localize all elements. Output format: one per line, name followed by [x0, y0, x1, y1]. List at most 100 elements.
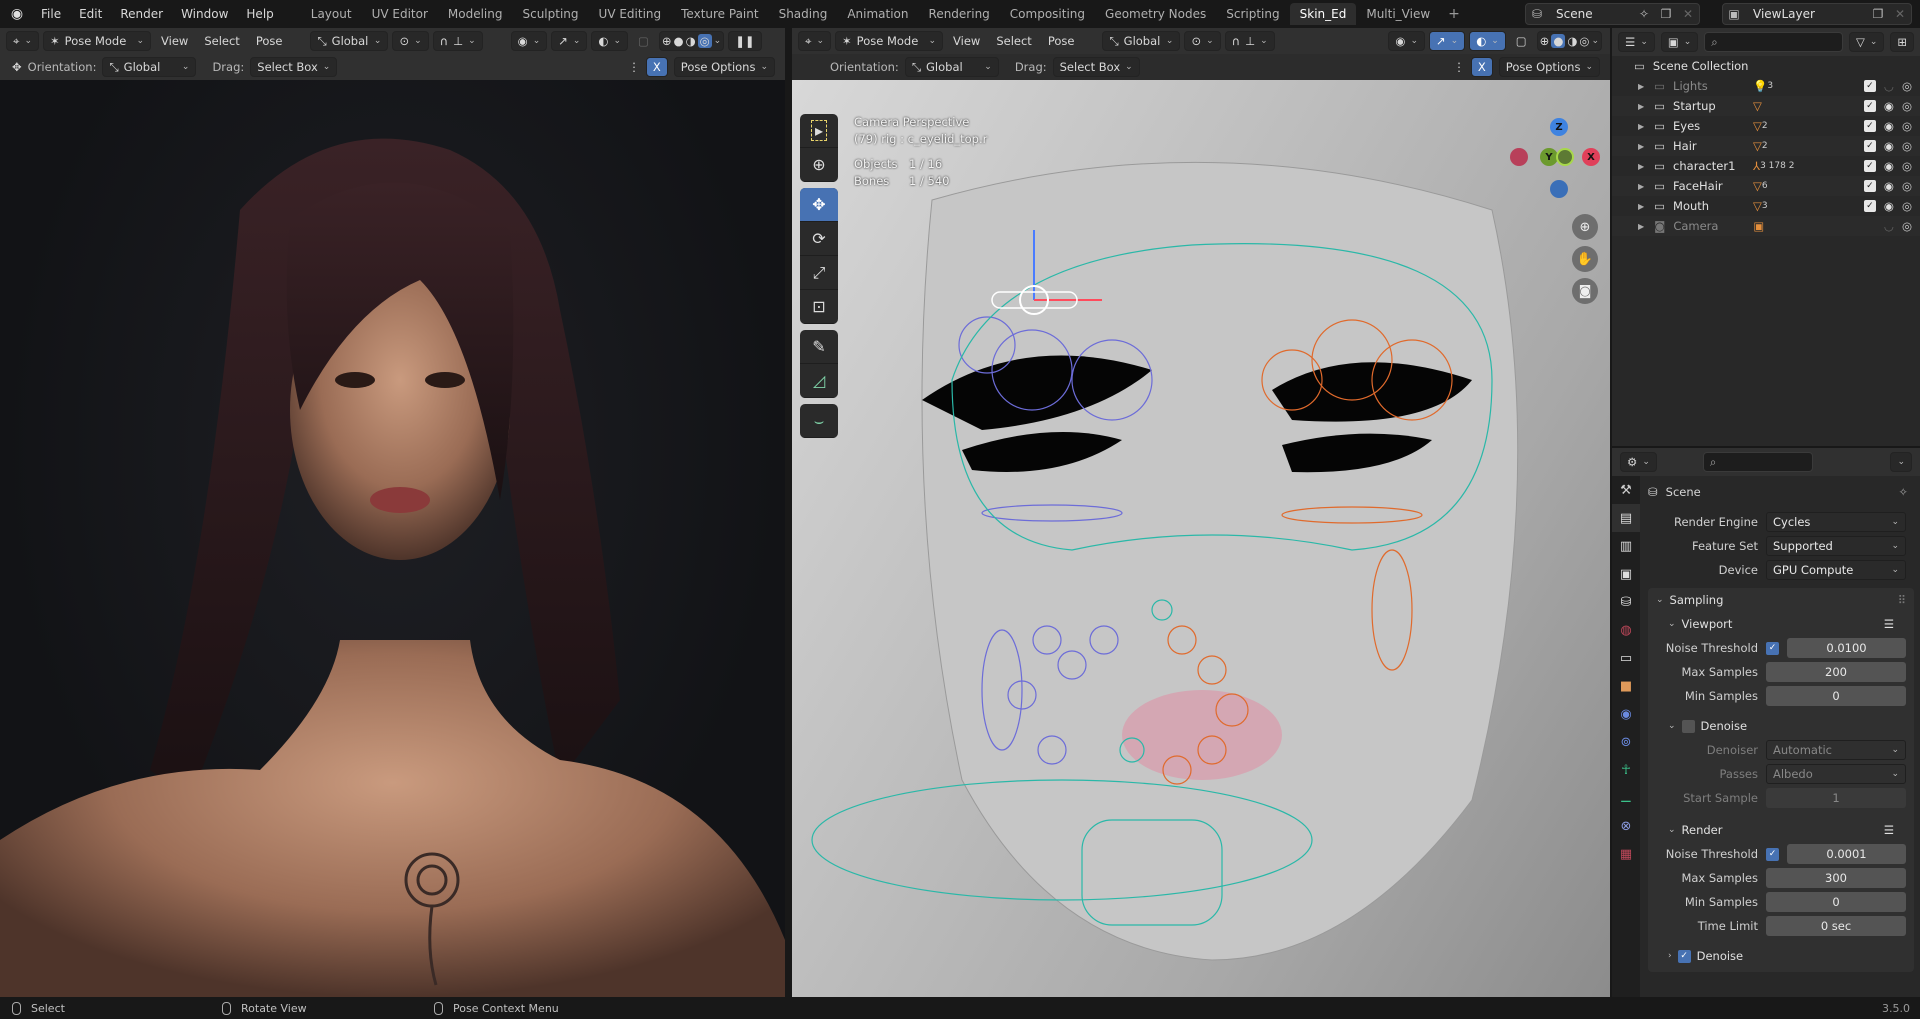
render-max-samples-field[interactable]: 300 [1766, 868, 1906, 888]
orientation-dropdown[interactable]: ⤡ Global ⌄ [904, 57, 999, 77]
annotate-tool[interactable]: ✎ [800, 330, 838, 364]
menu-help[interactable]: Help [237, 0, 282, 28]
render-camera-icon[interactable]: ◎ [1902, 199, 1912, 213]
render-camera-icon[interactable]: ◎ [1902, 179, 1912, 193]
tab-sculpting[interactable]: Sculpting [512, 3, 588, 25]
rendered-image[interactable] [0, 80, 785, 997]
eye-icon[interactable]: ◉ [1884, 119, 1894, 133]
tab-uv-editing[interactable]: UV Editing [589, 3, 672, 25]
render-noise-threshold-field[interactable]: 0.0001 [1787, 844, 1906, 864]
bone-tab[interactable]: ⚊ [1612, 784, 1640, 812]
tab-modeling[interactable]: Modeling [438, 3, 513, 25]
snap-button[interactable]: ∩ ⊥ ⌄ [1224, 31, 1275, 51]
menu-file[interactable]: File [32, 0, 70, 28]
hidden-eye-icon[interactable]: ◡ [1884, 79, 1894, 93]
exclude-checkbox[interactable]: ✓ [1863, 100, 1876, 112]
orientation-dropdown[interactable]: ⤡ Global ⌄ [102, 57, 197, 77]
material-shading-icon[interactable]: ◑ [686, 34, 696, 48]
tab-animation[interactable]: Animation [837, 3, 918, 25]
eye-icon[interactable]: ◉ [1884, 159, 1894, 173]
render-min-samples-field[interactable]: 0 [1766, 892, 1906, 912]
presets-icon[interactable]: ☰ [1884, 823, 1894, 837]
display-mode-dropdown[interactable]: ▣ ⌄ [1660, 32, 1699, 52]
expand-arrow-icon[interactable]: ▶ [1638, 82, 1644, 91]
move-tool[interactable]: ✥ [800, 188, 838, 222]
pan-button[interactable]: ✋ [1572, 246, 1598, 272]
close-icon[interactable]: ✕ [1889, 4, 1911, 24]
view-layer-name[interactable]: ViewLayer [1745, 7, 1867, 21]
properties-options[interactable]: ⌄ [1890, 452, 1912, 472]
output-tab[interactable]: ▥ [1612, 532, 1640, 560]
rotate-tool[interactable]: ⟳ [800, 222, 838, 256]
transform-orientation-dropdown[interactable]: ⤡ Global ⌄ [1102, 31, 1181, 51]
render-noise-threshold-checkbox[interactable]: ✓ [1766, 847, 1779, 861]
tab-skin-ed[interactable]: Skin_Ed [1289, 3, 1357, 25]
menu-render[interactable]: Render [111, 0, 172, 28]
viewport-noise-threshold-field[interactable]: 0.0100 [1787, 638, 1906, 658]
menu-pose[interactable]: Pose [250, 31, 289, 51]
outliner-search[interactable]: ⌕ [1704, 32, 1843, 52]
render-engine-dropdown[interactable]: Cycles ⌄ [1766, 512, 1906, 532]
device-dropdown[interactable]: GPU Compute ⌄ [1766, 560, 1906, 580]
left-viewport[interactable]: ⌖ ⌄ ✶ Pose Mode ⌄ View Select Pose ⤡ Global ⌄… [0, 28, 785, 997]
tab-rendering[interactable]: Rendering [919, 3, 1000, 25]
duplicate-scene-icon[interactable]: ❐ [1655, 4, 1677, 24]
editor-type-button[interactable]: ⌖ ⌄ [798, 31, 832, 51]
properties-search[interactable]: ⌕ [1702, 452, 1813, 472]
overlay-toggle[interactable]: ◐ ⌄ [591, 31, 629, 51]
tab-multi-view[interactable]: Multi_View [1356, 3, 1440, 25]
render-camera-icon[interactable]: ◎ [1902, 219, 1912, 233]
exclude-checkbox[interactable]: ✓ [1863, 200, 1876, 212]
pivot-point-button[interactable]: ⊙ ⌄ [392, 31, 429, 51]
pose-options-dropdown[interactable]: Pose Options ⌄ [673, 57, 775, 77]
tab-geometry-nodes[interactable]: Geometry Nodes [1095, 3, 1216, 25]
render-denoise-header[interactable]: › ✓ Denoise [1648, 944, 1914, 968]
bone-constraints-tab[interactable]: ⊗ [1612, 812, 1640, 840]
viewport-denoise-checkbox[interactable] [1681, 719, 1695, 733]
zoom-button[interactable]: ⊕ [1572, 214, 1598, 240]
pin-icon[interactable]: ✧ [1898, 485, 1908, 499]
physics-tab[interactable]: ◉ [1612, 700, 1640, 728]
mode-selector[interactable]: ✶ Pose Mode ⌄ [835, 31, 944, 51]
rendered-shading-icon[interactable]: ◎ [1579, 34, 1589, 48]
solid-shading-icon[interactable]: ● [1551, 34, 1566, 48]
xray-toggle[interactable]: ▢ [632, 31, 655, 51]
x-mirror-toggle[interactable]: X [645, 57, 668, 77]
properties-editor-type[interactable]: ⚙ ⌄ [1620, 452, 1657, 472]
gizmo-x-axis[interactable]: X [1582, 148, 1600, 166]
eye-icon[interactable]: ◉ [1884, 199, 1894, 213]
tab-compositing[interactable]: Compositing [1000, 3, 1095, 25]
expand-arrow-icon[interactable]: ▶ [1638, 162, 1644, 171]
exclude-checkbox[interactable]: ✓ [1863, 160, 1876, 172]
scale-tool[interactable]: ⤢ [800, 256, 838, 290]
camera-view-button[interactable]: ◙ [1572, 278, 1598, 304]
duplicate-view-layer-icon[interactable]: ❐ [1867, 4, 1889, 24]
tool-tab[interactable]: ⚒ [1612, 476, 1640, 504]
outliner-item[interactable]: ▶ ▭ Lights 💡 3 ✓ ◡ ◎ [1612, 76, 1920, 96]
scene-tab[interactable]: ⛁ [1612, 588, 1640, 616]
scene-name[interactable]: Scene [1548, 7, 1633, 21]
render-camera-icon[interactable]: ◎ [1902, 79, 1912, 93]
overlay-toggle[interactable]: ◐ ⌄ [1469, 31, 1506, 51]
viewport-max-samples-field[interactable]: 200 [1766, 662, 1906, 682]
scene-collection-row[interactable]: ▭ Scene Collection [1612, 56, 1920, 76]
expand-arrow-icon[interactable]: ▶ [1638, 102, 1644, 111]
object-tab[interactable]: ■ [1612, 672, 1640, 700]
close-icon[interactable]: ✕ [1677, 4, 1699, 24]
viewport-min-samples-field[interactable]: 0 [1766, 686, 1906, 706]
render-tab[interactable]: ▤ [1612, 504, 1640, 532]
render-camera-icon[interactable]: ◎ [1902, 139, 1912, 153]
denoiser-dropdown[interactable]: Automatic ⌄ [1766, 740, 1906, 760]
wireframe-shading-icon[interactable]: ⊕ [662, 34, 672, 48]
blender-logo-icon[interactable]: ◉ [8, 5, 26, 23]
outliner-editor-type[interactable]: ☰ ⌄ [1618, 32, 1655, 52]
menu-select[interactable]: Select [198, 31, 245, 51]
expand-arrow-icon[interactable]: ▶ [1638, 202, 1644, 211]
editor-type-button[interactable]: ⌖ ⌄ [6, 31, 40, 51]
drag-dropdown[interactable]: Select Box ⌄ [250, 57, 338, 77]
render-camera-icon[interactable]: ◎ [1902, 99, 1912, 113]
drag-dropdown[interactable]: Select Box ⌄ [1052, 57, 1140, 77]
outliner-item[interactable]: ▶ ▭ Hair ▽ 2 ✓ ◉ ◎ [1612, 136, 1920, 156]
gizmo-neg-y-axis[interactable] [1556, 148, 1574, 166]
menu-view[interactable]: View [947, 31, 986, 51]
